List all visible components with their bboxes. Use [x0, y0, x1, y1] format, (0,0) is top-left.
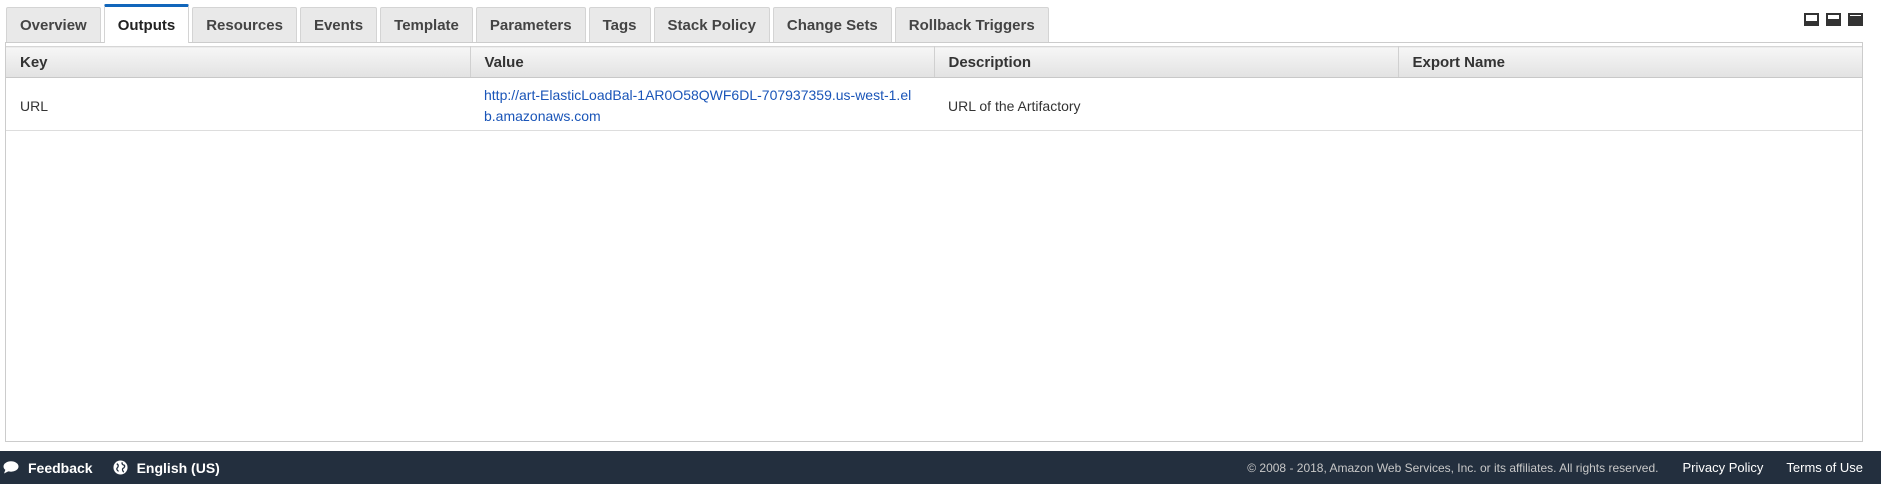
- pane-small-icon[interactable]: [1804, 13, 1819, 26]
- feedback-label: Feedback: [28, 459, 93, 476]
- feedback-link[interactable]: Feedback: [3, 460, 93, 476]
- column-header-key[interactable]: Key: [6, 46, 471, 78]
- tab-overview[interactable]: Overview: [6, 7, 101, 42]
- output-key-cell: URL: [6, 77, 470, 131]
- speech-bubble-icon: [3, 461, 19, 474]
- output-value-link[interactable]: http://art-ElasticLoadBal-1AR0O58QWF6DL-…: [470, 77, 934, 131]
- tab-tags[interactable]: Tags: [588, 7, 651, 42]
- tab-stack-policy[interactable]: Stack Policy: [653, 7, 770, 42]
- column-header-export-name[interactable]: Export Name: [1398, 46, 1862, 78]
- language-selector[interactable]: English (US): [113, 460, 220, 476]
- privacy-policy-link[interactable]: Privacy Policy: [1683, 460, 1764, 475]
- console-footer: Feedback English (US) © 2008 - 2018, Ama…: [0, 451, 1881, 484]
- pane-large-icon[interactable]: [1848, 13, 1863, 26]
- column-header-value[interactable]: Value: [470, 46, 935, 78]
- language-label: English (US): [136, 459, 220, 476]
- output-description-cell: URL of the Artifactory: [934, 77, 1398, 131]
- tab-resources[interactable]: Resources: [192, 7, 297, 42]
- globe-icon: [113, 460, 128, 475]
- pane-size-controls: [1804, 13, 1863, 26]
- tab-change-sets[interactable]: Change Sets: [772, 7, 892, 42]
- pane-medium-icon[interactable]: [1826, 13, 1841, 26]
- tab-parameters[interactable]: Parameters: [475, 7, 586, 42]
- outputs-table: Key Value Description Export Name URL ht…: [6, 46, 1862, 131]
- tab-rollback-triggers[interactable]: Rollback Triggers: [894, 7, 1049, 42]
- copyright-text: © 2008 - 2018, Amazon Web Services, Inc.…: [1247, 460, 1659, 475]
- stack-detail-tabs: Overview Outputs Resources Events Templa…: [6, 3, 1052, 43]
- table-header-row: Key Value Description Export Name: [6, 46, 1862, 78]
- tab-events[interactable]: Events: [299, 7, 378, 42]
- column-header-description[interactable]: Description: [934, 46, 1399, 78]
- table-row: URL http://art-ElasticLoadBal-1AR0O58QWF…: [6, 77, 1862, 131]
- output-export-name-cell: [1398, 77, 1862, 131]
- terms-of-use-link[interactable]: Terms of Use: [1786, 460, 1863, 475]
- tab-outputs[interactable]: Outputs: [103, 4, 190, 43]
- outputs-panel: Key Value Description Export Name URL ht…: [5, 42, 1863, 442]
- tab-template[interactable]: Template: [380, 7, 473, 42]
